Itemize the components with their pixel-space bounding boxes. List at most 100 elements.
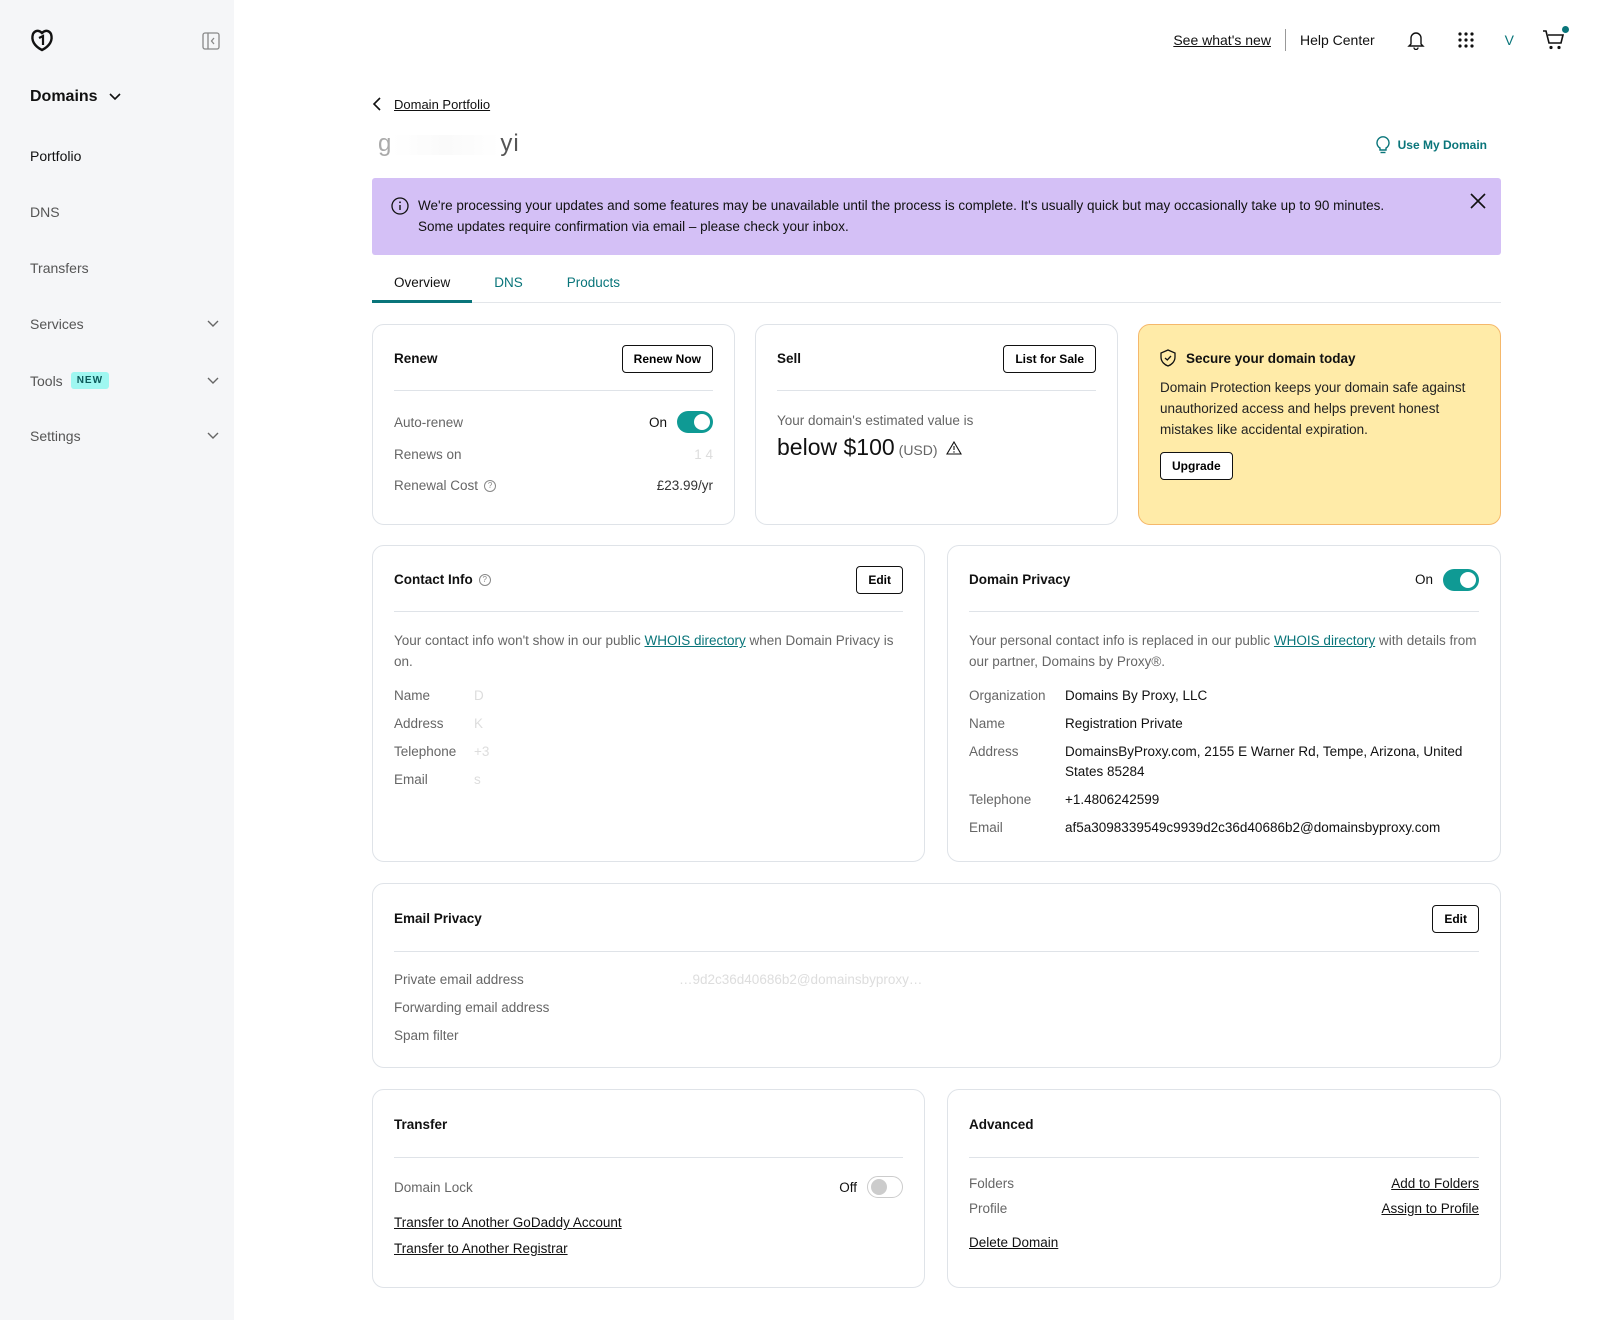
profile-label: Profile <box>969 1201 1008 1216</box>
bell-icon[interactable] <box>1405 29 1427 51</box>
auto-renew-toggle[interactable] <box>677 411 713 433</box>
domain-lock-toggle[interactable] <box>867 1176 903 1198</box>
page-title: g yi <box>378 130 520 158</box>
apps-grid-icon[interactable] <box>1455 29 1477 51</box>
tab-products[interactable]: Products <box>545 265 642 303</box>
divider <box>1284 29 1286 51</box>
field-value: DomainsByProxy.com, 2155 E Warner Rd, Te… <box>1065 744 1463 779</box>
field-value: +3 <box>474 744 490 759</box>
assign-to-profile-link[interactable]: Assign to Profile <box>1381 1201 1479 1216</box>
banner-message: We're processing your updates and some f… <box>418 198 1385 213</box>
promo-title-row: Secure your domain today <box>1160 349 1479 367</box>
currency-label: (USD) <box>898 442 938 458</box>
domain-name-end: yi <box>500 130 520 157</box>
auto-renew-row: Auto-renew On <box>394 411 713 433</box>
upgrade-button[interactable]: Upgrade <box>1160 452 1233 480</box>
field-value: af5a3098339549c9939d2c36d40686b2@domains… <box>1065 820 1441 835</box>
chevron-down-icon <box>109 93 121 101</box>
estimate-value: below $100 <box>777 434 895 460</box>
lightbulb-icon <box>1375 136 1390 154</box>
transfer-card: Transfer Domain Lock Off Transfer to Ano… <box>372 1089 925 1288</box>
tab-overview[interactable]: Overview <box>372 265 473 303</box>
card-title: Advanced <box>969 1117 1034 1132</box>
field-value: D <box>474 688 484 703</box>
renews-on-row: Renews on 1 4 <box>394 447 713 462</box>
sidebar-item-label: Portfolio <box>30 148 82 164</box>
breadcrumb: Domain Portfolio <box>394 96 491 112</box>
sidebar-item-tools[interactable]: Tools NEW <box>30 372 220 389</box>
contact-fields: Name D Address K Telephone +3 Email s <box>394 686 903 790</box>
shield-check-icon <box>1160 349 1176 367</box>
field-value <box>679 1026 1479 1046</box>
field-label: Email <box>969 820 1003 835</box>
field-value: s <box>474 772 481 787</box>
sidebar-item-services[interactable]: Services <box>30 316 220 332</box>
domain-privacy-card: Domain Privacy On Your personal contact … <box>947 545 1501 862</box>
sidebar-item-label: Tools <box>30 372 63 389</box>
whois-directory-link[interactable]: WHOIS directory <box>1274 633 1375 648</box>
cart-notification-dot <box>1562 26 1569 33</box>
add-to-folders-link[interactable]: Add to Folders <box>1391 1176 1479 1191</box>
warning-icon[interactable] <box>945 441 962 455</box>
transfer-godaddy-account-link[interactable]: Transfer to Another GoDaddy Account <box>394 1215 622 1230</box>
help-icon[interactable]: ? <box>478 573 491 586</box>
privacy-fields: Organization Domains By Proxy, LLC Name Re… <box>969 686 1479 838</box>
card-title: Renew <box>394 351 438 366</box>
use-my-domain-button[interactable]: Use My Domain <box>1375 136 1487 154</box>
sidebar-section-label: Domains <box>30 88 98 105</box>
estimate-label: Your domain's estimated value is <box>777 413 974 428</box>
domain-privacy-toggle[interactable] <box>1443 568 1479 591</box>
folders-label: Folders <box>969 1176 1015 1191</box>
edit-contact-button[interactable]: Edit <box>856 565 903 594</box>
sidebar: Domains Portfolio DNS Transfers Services… <box>0 0 234 1320</box>
back-to-portfolio-link[interactable]: Domain Portfolio <box>372 96 490 112</box>
new-badge: NEW <box>70 372 110 389</box>
renew-now-button[interactable]: Renew Now <box>621 344 713 373</box>
sidebar-item-dns[interactable]: DNS <box>30 204 220 220</box>
domain-lock-label: Domain Lock <box>394 1179 473 1195</box>
collapse-sidebar-icon[interactable] <box>202 32 220 50</box>
field-value: +1.4806242599 <box>1065 792 1160 807</box>
field-label: Name <box>969 716 1006 731</box>
chevron-down-icon <box>207 432 219 439</box>
see-whats-new-link[interactable]: See what's new <box>1173 32 1271 48</box>
description-text: Your contact info won't show in our publ… <box>394 633 645 648</box>
help-icon[interactable]: ? <box>484 479 497 492</box>
field-label: Spam filter <box>394 1028 459 1043</box>
chevron-left-icon <box>372 97 381 111</box>
field-value: K <box>474 716 484 731</box>
whois-directory-link[interactable]: WHOIS directory <box>644 633 745 648</box>
close-icon[interactable] <box>1467 190 1489 212</box>
field-label: Organization <box>969 688 1046 703</box>
godaddy-logo-icon[interactable] <box>28 26 56 54</box>
avatar[interactable]: V <box>1505 32 1514 48</box>
renew-card: Renew Renew Now Auto-renew On Renews on … <box>372 324 735 525</box>
sidebar-item-transfers[interactable]: Transfers <box>30 260 220 276</box>
field-label: Address <box>969 744 1019 759</box>
renewal-cost-label: Renewal Cost <box>394 478 479 493</box>
contact-description: Your contact info won't show in our publ… <box>394 630 903 672</box>
transfer-registrar-link[interactable]: Transfer to Another Registrar <box>394 1241 568 1256</box>
renewal-cost-row: Renewal Cost? £23.99/yr <box>394 478 713 493</box>
privacy-state: On <box>1414 572 1433 587</box>
sell-card: Sell List for Sale Your domain's estimat… <box>755 324 1118 525</box>
sidebar-section-domains[interactable]: Domains <box>30 88 122 106</box>
sidebar-item-settings[interactable]: Settings <box>30 428 220 444</box>
list-for-sale-button[interactable]: List for Sale <box>1003 344 1096 373</box>
cart-icon[interactable] <box>1542 26 1569 51</box>
info-icon <box>391 197 409 215</box>
tab-bar: Overview DNS Products <box>372 265 1501 303</box>
auto-renew-label: Auto-renew <box>394 414 464 430</box>
field-value: Domains By Proxy, LLC <box>1065 688 1208 703</box>
help-center-link[interactable]: Help Center <box>1300 32 1375 48</box>
contact-info-card: Contact Info? Edit Your contact info won… <box>372 545 925 862</box>
edit-email-privacy-button[interactable]: Edit <box>1432 904 1479 933</box>
sidebar-item-portfolio[interactable]: Portfolio <box>30 148 220 164</box>
delete-domain-link[interactable]: Delete Domain <box>969 1235 1058 1250</box>
renews-on-value: 1 4 <box>694 447 713 462</box>
promo-title: Secure your domain today <box>1186 350 1356 366</box>
description-text: Your personal contact info is replaced i… <box>969 633 1274 648</box>
field-label: Private email address <box>394 972 524 987</box>
tab-dns[interactable]: DNS <box>472 265 545 303</box>
card-title: Transfer <box>394 1117 448 1132</box>
